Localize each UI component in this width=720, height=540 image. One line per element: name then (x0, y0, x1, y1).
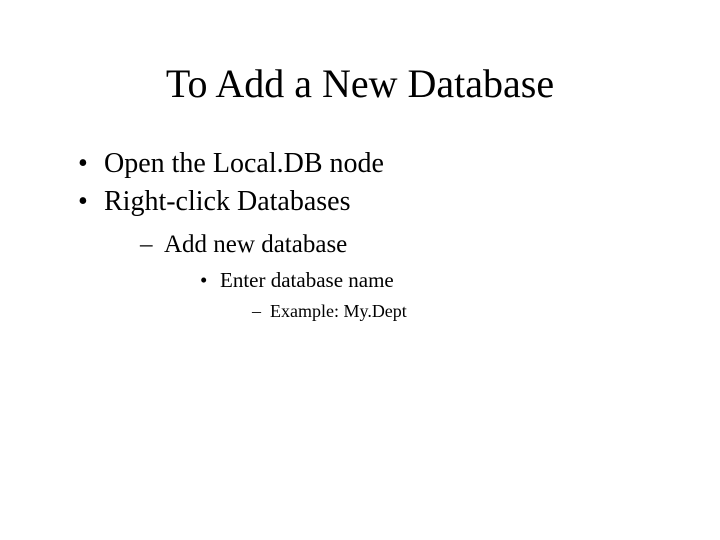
list-item-text: Enter database name (220, 268, 394, 292)
list-item-text: Add new database (164, 231, 347, 258)
list-item: Example: My.Dept (252, 299, 660, 324)
list-item-text: Example: My.Dept (270, 301, 407, 321)
bullet-list-level2: Add new database Enter database name Exa… (104, 227, 660, 325)
list-item: Enter database name Example: My.Dept (200, 266, 660, 325)
bullet-list-level4: Example: My.Dept (220, 299, 660, 324)
slide-title: To Add a New Database (60, 60, 660, 107)
list-item: Right-click Databases Add new database E… (78, 183, 660, 324)
bullet-list-level1: Open the Local.DB node Right-click Datab… (60, 145, 660, 324)
list-item: Add new database Enter database name Exa… (140, 227, 660, 325)
list-item-text: Right-click Databases (104, 186, 350, 217)
list-item-text: Open the Local.DB node (104, 148, 384, 179)
bullet-list-level3: Enter database name Example: My.Dept (164, 266, 660, 325)
list-item: Open the Local.DB node (78, 145, 660, 183)
